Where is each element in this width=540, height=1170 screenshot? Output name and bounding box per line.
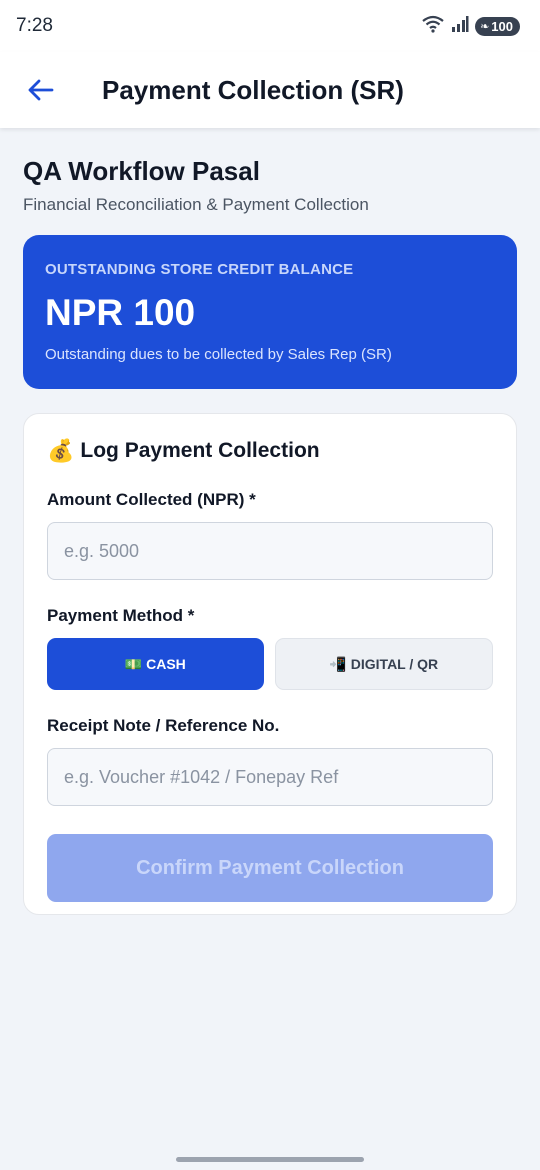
digital-method-label: DIGITAL / QR (350, 656, 439, 672)
page-title: Payment Collection (SR) (102, 74, 404, 105)
home-indicator[interactable] (176, 1157, 364, 1162)
cash-method-label: CASH (146, 656, 186, 672)
money-bag-icon: 💰 (47, 438, 75, 463)
phone-arrow-icon: 📲 (329, 655, 347, 672)
arrow-left-icon (28, 79, 54, 101)
main-content: QA Workflow Pasal Financial Reconciliati… (0, 156, 540, 915)
confirm-payment-button[interactable]: Confirm Payment Collection (47, 834, 493, 902)
status-bar: 7:28 ❧ 100 (0, 0, 540, 52)
form-title: 💰 Log Payment Collection (47, 438, 493, 464)
receipt-note-input[interactable] (47, 748, 493, 806)
battery-indicator: ❧ 100 (475, 16, 520, 36)
balance-label: OUTSTANDING STORE CREDIT BALANCE (45, 261, 354, 278)
store-name: QA Workflow Pasal (23, 156, 260, 186)
cash-method-button[interactable]: 💵 CASH (47, 638, 264, 690)
back-button[interactable] (24, 74, 56, 106)
leaf-icon: ❧ (480, 20, 490, 33)
digital-qr-method-button[interactable]: 📲 DIGITAL / QR (274, 638, 493, 690)
balance-note: Outstanding dues to be collected by Sale… (45, 346, 392, 363)
wifi-icon (421, 15, 445, 38)
store-subtitle: Financial Reconciliation & Payment Colle… (23, 195, 369, 214)
balance-card: OUTSTANDING STORE CREDIT BALANCE NPR 100… (23, 235, 517, 389)
amount-label: Amount Collected (NPR) * (47, 490, 256, 509)
method-label: Payment Method * (47, 606, 195, 625)
balance-amount: NPR 100 (45, 292, 196, 333)
form-title-text: Log Payment Collection (80, 439, 320, 462)
payment-method-toggle: 💵 CASH 📲 DIGITAL / QR (47, 638, 493, 690)
amount-input[interactable] (47, 522, 493, 580)
battery-level: 100 (491, 18, 513, 34)
signal-icon (451, 15, 469, 38)
status-time: 7:28 (16, 15, 53, 36)
note-label: Receipt Note / Reference No. (47, 716, 280, 735)
status-icons: ❧ 100 (421, 15, 520, 38)
cash-icon: 💵 (124, 655, 143, 672)
app-bar: Payment Collection (SR) (0, 52, 540, 128)
payment-form-card: 💰 Log Payment Collection Amount Collecte… (23, 413, 517, 915)
